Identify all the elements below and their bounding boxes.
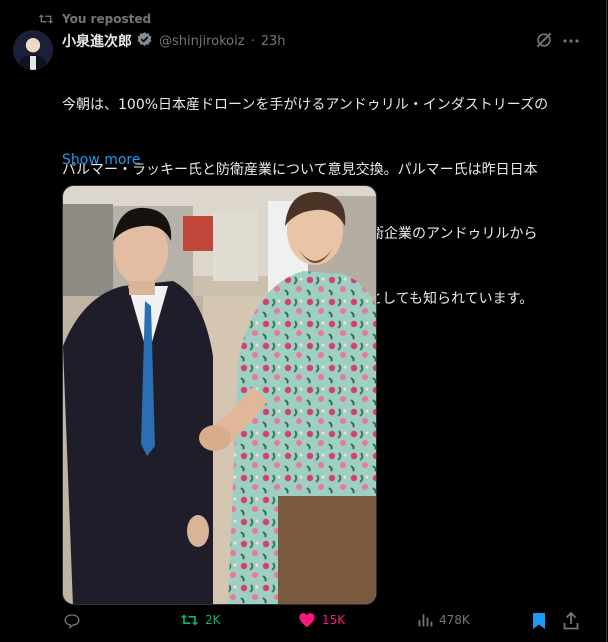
tweet-header: 小泉進次郎 @shinjirokoiz · 23h <box>62 31 285 51</box>
share-button[interactable] <box>563 612 579 630</box>
column-divider <box>606 0 607 642</box>
retweet-button[interactable]: 2K <box>180 612 221 628</box>
post-time[interactable]: 23h <box>261 34 286 49</box>
views-icon <box>417 612 433 628</box>
author-handle[interactable]: @shinjirokoiz <box>159 34 245 49</box>
repost-indicator: You reposted <box>38 10 151 28</box>
bookmark-icon <box>532 612 546 630</box>
grok-icon[interactable] <box>534 30 554 54</box>
action-bar: 2K 15K 478K <box>0 612 608 640</box>
bookmark-button[interactable] <box>532 612 546 630</box>
reply-button[interactable] <box>63 612 81 630</box>
verified-badge-icon <box>136 31 153 52</box>
like-count: 15K <box>322 613 346 627</box>
retweet-count: 2K <box>205 613 221 627</box>
photo-image <box>63 186 376 604</box>
author-name[interactable]: 小泉進次郎 <box>62 31 132 51</box>
tweet-card[interactable]: You reposted 小泉進次郎 @shinjirokoiz · 23h 今… <box>0 0 608 642</box>
reply-icon <box>63 612 81 630</box>
more-options-icon[interactable] <box>562 33 580 52</box>
repost-label: You reposted <box>62 12 152 26</box>
like-button[interactable]: 15K <box>298 612 345 628</box>
avatar[interactable] <box>13 30 53 70</box>
retweet-icon <box>180 612 199 628</box>
views-count: 478K <box>439 613 470 627</box>
share-icon <box>563 612 579 630</box>
repost-icon <box>38 12 54 26</box>
tweet-photo[interactable] <box>62 185 377 605</box>
heart-icon <box>298 612 316 628</box>
dot-separator: · <box>250 33 255 49</box>
views-button[interactable]: 478K <box>417 612 470 628</box>
show-more-link[interactable]: Show more <box>62 152 141 168</box>
tweet-line: 今朝は、100%日本産ドローンを手がけるアンドゥリル・インダストリーズの <box>62 97 549 113</box>
